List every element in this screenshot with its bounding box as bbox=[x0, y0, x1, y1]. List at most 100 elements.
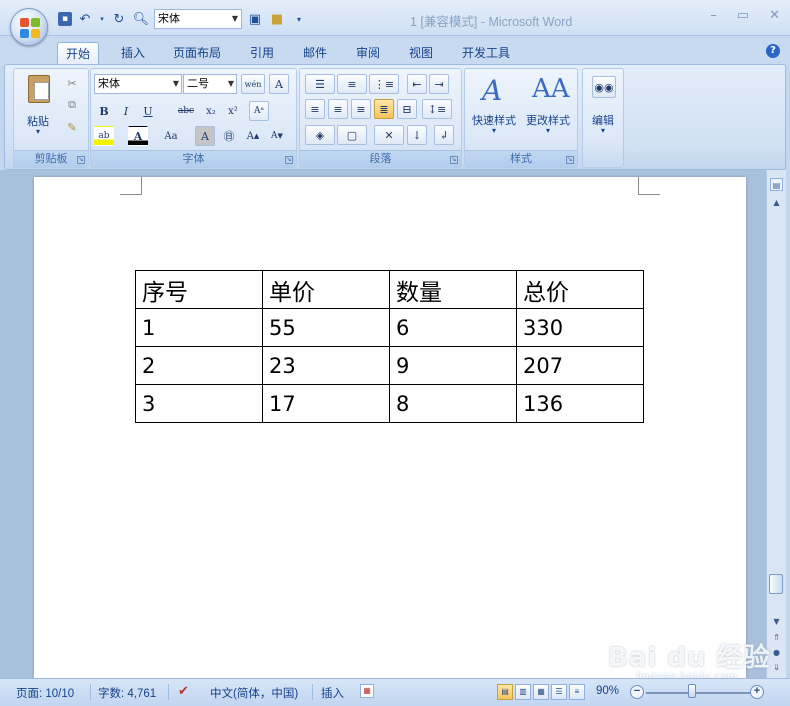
enclose-characters-icon[interactable]: ㊐ bbox=[219, 126, 239, 146]
table-cell[interactable]: 330 bbox=[516, 308, 644, 347]
help-icon[interactable]: ? bbox=[766, 44, 780, 58]
web-layout-icon[interactable]: ▦ bbox=[533, 684, 549, 700]
show-marks-icon[interactable]: ↲ bbox=[434, 125, 454, 145]
table-cell[interactable]: 2 bbox=[135, 346, 263, 385]
redo-icon[interactable]: ↻ bbox=[110, 10, 128, 28]
table-cell[interactable]: 17 bbox=[262, 384, 390, 423]
page-indicator[interactable]: 页面: 10/10 bbox=[16, 685, 74, 701]
grow-font-icon[interactable]: A ▲ bbox=[243, 126, 263, 146]
tab-review[interactable]: 审阅 bbox=[348, 42, 388, 64]
print-preview-icon[interactable]: 🔍︎ bbox=[132, 10, 150, 28]
table-cell[interactable]: 3 bbox=[135, 384, 263, 423]
shrink-font-icon[interactable]: A ▼ bbox=[267, 126, 287, 146]
borders-icon[interactable]: ▢ bbox=[337, 125, 367, 145]
vertical-scrollbar[interactable]: ▤ ▲ ▼ ⇑ ● ⇓ bbox=[766, 170, 786, 678]
table-header-cell[interactable]: 总价 bbox=[516, 270, 644, 309]
table-cell[interactable]: 207 bbox=[516, 346, 644, 385]
maximize-icon[interactable]: ▭ bbox=[737, 8, 749, 23]
ruler-toggle-icon[interactable]: ▤ bbox=[770, 178, 783, 191]
zoom-out-icon[interactable]: − bbox=[630, 685, 644, 699]
cut-icon[interactable]: ✂ bbox=[62, 73, 82, 93]
zoom-slider[interactable] bbox=[646, 692, 750, 694]
highlight-icon[interactable]: ab bbox=[94, 126, 114, 146]
word-count[interactable]: 字数: 4,761 bbox=[98, 685, 156, 701]
change-styles-button[interactable]: AA 更改样式 ▾ bbox=[522, 72, 574, 142]
save-icon[interactable]: ▪ bbox=[58, 12, 72, 26]
table-cell[interactable]: 23 bbox=[262, 346, 390, 385]
multilevel-list-icon[interactable]: ⋮≡ bbox=[369, 74, 399, 94]
undo-icon[interactable]: ↶ bbox=[76, 10, 94, 28]
table-cell[interactable]: 55 bbox=[262, 308, 390, 347]
macro-record-icon[interactable]: ▦ bbox=[360, 684, 374, 698]
close-icon[interactable]: ✕ bbox=[769, 8, 780, 23]
table-cell[interactable]: 6 bbox=[389, 308, 517, 347]
tab-page-layout[interactable]: 页面布局 bbox=[165, 42, 229, 64]
minimize-icon[interactable]: – bbox=[710, 8, 717, 23]
bullets-icon[interactable]: ☰ bbox=[305, 74, 335, 94]
customize-qat-icon[interactable]: ▾ bbox=[290, 10, 308, 28]
zoom-in-icon[interactable]: + bbox=[750, 685, 764, 699]
decrease-indent-icon[interactable]: ⇤ bbox=[407, 74, 427, 94]
table-cell[interactable]: 9 bbox=[389, 346, 517, 385]
font-size-combo[interactable]: 二号 ▼ bbox=[183, 74, 237, 94]
sort-icon[interactable]: ↓ bbox=[407, 125, 427, 145]
tab-developer[interactable]: 开发工具 bbox=[454, 42, 518, 64]
quick-styles-button[interactable]: A 快速样式 ▾ bbox=[468, 72, 520, 142]
table-header-cell[interactable]: 序号 bbox=[135, 270, 263, 309]
character-shading-icon[interactable]: A bbox=[195, 126, 215, 146]
previous-page-icon[interactable]: ⇑ bbox=[770, 631, 783, 644]
table-cell[interactable]: 136 bbox=[516, 384, 644, 423]
italic-icon[interactable]: I bbox=[116, 101, 136, 121]
dialog-launcher-icon[interactable]: ↘ bbox=[450, 156, 458, 164]
tab-references[interactable]: 引用 bbox=[242, 42, 282, 64]
outline-view-icon[interactable]: ☰ bbox=[551, 684, 567, 700]
superscript-icon[interactable]: x² bbox=[223, 101, 243, 121]
copy-icon[interactable]: ⧉ bbox=[62, 95, 82, 115]
draft-view-icon[interactable]: ≡ bbox=[569, 684, 585, 700]
change-case-icon[interactable]: Aa bbox=[161, 126, 181, 146]
dialog-launcher-icon[interactable]: ↘ bbox=[285, 156, 293, 164]
table-header-cell[interactable]: 数量 bbox=[389, 270, 517, 309]
scroll-down-icon[interactable]: ▼ bbox=[770, 615, 783, 628]
next-page-icon[interactable]: ⇓ bbox=[770, 661, 783, 674]
select-browse-object-icon[interactable]: ● bbox=[770, 646, 783, 659]
zoom-level[interactable]: 90% bbox=[596, 685, 619, 697]
full-screen-reading-icon[interactable]: ▥ bbox=[515, 684, 531, 700]
qat-font-combo[interactable]: 宋体 ▼ bbox=[154, 9, 242, 29]
table-cell[interactable]: 1 bbox=[135, 308, 263, 347]
bold-icon[interactable]: B bbox=[94, 101, 114, 121]
editing-button[interactable]: ◉◉ 编辑 ▾ bbox=[586, 72, 620, 142]
character-border-icon[interactable]: A bbox=[269, 74, 289, 94]
insert-mode[interactable]: 插入 bbox=[321, 685, 344, 701]
dialog-launcher-icon[interactable]: ↘ bbox=[566, 156, 574, 164]
subscript-icon[interactable]: x₂ bbox=[201, 101, 221, 121]
zoom-slider-thumb[interactable] bbox=[688, 684, 697, 698]
document-table[interactable]: 序号 单价 数量 总价 1 55 6 330 2 23 9 207 3 17 8 bbox=[135, 270, 644, 423]
font-name-combo[interactable]: 宋体 ▼ bbox=[94, 74, 182, 94]
underline-icon[interactable]: U bbox=[138, 101, 158, 121]
tab-insert[interactable]: 插入 bbox=[113, 42, 153, 64]
table-cell[interactable]: 8 bbox=[389, 384, 517, 423]
line-spacing-icon[interactable]: ↕≡ bbox=[422, 99, 452, 119]
undo-dropdown-icon[interactable]: ▾ bbox=[98, 10, 106, 28]
folder-icon[interactable]: ■ bbox=[268, 10, 286, 28]
clear-formatting-icon[interactable]: Aᵃ bbox=[249, 101, 269, 121]
chinese-layout-icon[interactable]: ✕ bbox=[374, 125, 404, 145]
shading-icon[interactable]: ◈ bbox=[305, 125, 335, 145]
align-left-icon[interactable]: ≡ bbox=[305, 99, 325, 119]
scroll-up-icon[interactable]: ▲ bbox=[770, 196, 783, 209]
format-painter-icon[interactable]: ✎ bbox=[62, 117, 82, 137]
document-page[interactable]: 序号 单价 数量 总价 1 55 6 330 2 23 9 207 3 17 8 bbox=[34, 177, 746, 678]
tab-mailings[interactable]: 邮件 bbox=[295, 42, 335, 64]
paste-button[interactable]: 粘贴 ▾ bbox=[20, 72, 56, 144]
proofing-icon[interactable]: ✔ bbox=[178, 683, 189, 699]
print-layout-view-icon[interactable]: ▤ bbox=[497, 684, 513, 700]
scroll-thumb[interactable] bbox=[769, 574, 783, 594]
align-center-icon[interactable]: ≡ bbox=[328, 99, 348, 119]
phonetic-guide-icon[interactable]: wén bbox=[241, 74, 265, 94]
language-indicator[interactable]: 中文(简体，中国) bbox=[210, 685, 298, 701]
open-icon[interactable]: ▣ bbox=[246, 10, 264, 28]
office-button[interactable] bbox=[10, 8, 48, 46]
increase-indent-icon[interactable]: ⇥ bbox=[429, 74, 449, 94]
tab-view[interactable]: 视图 bbox=[401, 42, 441, 64]
